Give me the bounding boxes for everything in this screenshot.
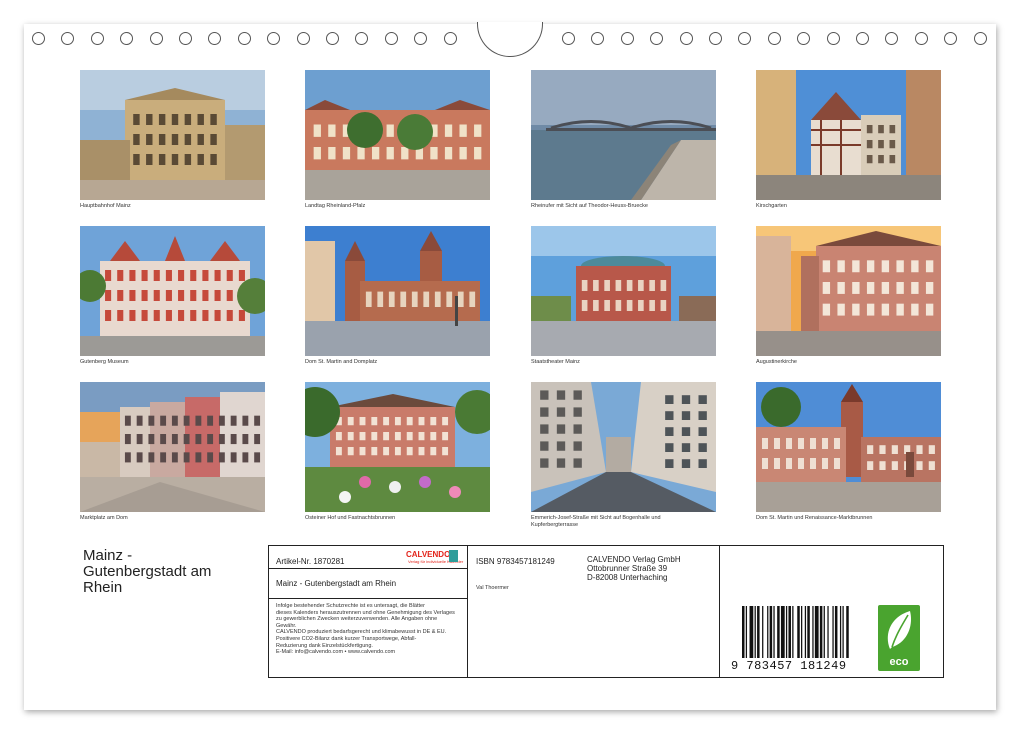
photo-caption: Marktplatz am Dom <box>80 515 128 521</box>
binding-ring-hole <box>32 32 45 45</box>
legal-line: Positivere CO2-Bilanz dank kurzer Transp… <box>276 635 417 642</box>
calendar-photo <box>80 70 265 200</box>
binding-ring-hole <box>414 32 428 45</box>
binding-ring-hole <box>914 32 928 45</box>
photo-caption: Staatstheater Mainz <box>531 359 580 365</box>
isbn: ISBN 9783457181249 <box>476 557 555 566</box>
publisher-line: CALVENDO Verlag GmbH <box>587 555 681 564</box>
binding-ring-hole <box>826 32 840 45</box>
photo-caption: Hauptbahnhof Mainz <box>80 203 131 209</box>
calendar-title: Mainz - Gutenbergstadt am Rhein <box>83 548 263 596</box>
binding-ring-hole <box>738 32 752 45</box>
legal-line: Gewähr. <box>276 622 297 629</box>
calendar-photo <box>305 382 490 512</box>
binding-ring-hole <box>591 32 605 45</box>
divider <box>467 546 468 677</box>
binding-ring-hole <box>384 32 398 45</box>
binding-ring-hole <box>797 32 811 45</box>
binding-ring-hole <box>679 32 693 45</box>
legal-line: zu gewerblichen Zwecken weiterzuverwende… <box>276 616 438 623</box>
binding-ring-hole <box>179 32 192 45</box>
leaf-icon <box>887 611 912 649</box>
divider <box>269 598 467 599</box>
product-title: Mainz - Gutenbergstadt am Rhein <box>276 579 397 588</box>
photo-caption: Dom St. Martin und Renaissance-Marktbrun… <box>756 515 873 521</box>
binding-ring-hole <box>709 32 722 45</box>
calendar-photo <box>756 382 941 512</box>
binding-ring-hole <box>562 32 575 45</box>
binding-ring-hole <box>443 32 457 45</box>
calendar-photo <box>756 226 941 356</box>
photo-caption: Kirschgarten <box>756 203 787 209</box>
calendar-photo <box>80 382 265 512</box>
legal-text: Infolge bestehender Schutzrechte ist es … <box>276 603 466 656</box>
barcode-number: 9 783457 181249 <box>731 659 847 673</box>
photo-caption: Augustinerkirche <box>756 359 797 365</box>
legal-line: Reduzierung dank Einzelstückfertigung. <box>276 642 373 649</box>
eco-label: eco <box>889 656 909 668</box>
calendar-photo <box>531 226 716 356</box>
publisher-line: Ottobrunner Straße 39 <box>587 564 668 573</box>
binding-ring-hole <box>856 32 869 45</box>
calvendo-logo: CALVENDO <box>406 550 451 559</box>
legal-line: dieses Kalenders herauszutrennen und ohn… <box>276 609 455 616</box>
calendar-photo <box>305 70 490 200</box>
binding-ring-hole <box>326 32 339 45</box>
photo-caption: Gutenberg Museum <box>80 359 129 365</box>
binding-ring-hole <box>296 32 310 45</box>
binding-ring-hole <box>620 32 634 45</box>
barcode <box>742 606 849 658</box>
title-line: Mainz - <box>83 547 133 564</box>
calendar-photo <box>531 70 716 200</box>
calendar-photo <box>756 70 941 200</box>
binding-ring-hole <box>355 32 369 45</box>
binding-ring-hole <box>885 32 899 45</box>
binding-ring-hole <box>767 32 781 45</box>
legal-line: E-Mail: info@calvendo.com • www.calvendo… <box>276 649 396 656</box>
calvendo-logo-mark <box>449 550 458 562</box>
binding-ring-hole <box>208 32 222 45</box>
photo-caption: Osteiner Hof und Fastnachtsbrunnen <box>305 515 396 521</box>
binding-ring-hole <box>120 32 134 45</box>
eco-badge: eco <box>878 605 920 671</box>
binding-ring-hole <box>237 32 251 45</box>
article-number: Artikel-Nr. 1870281 <box>276 557 345 566</box>
binding-ring-hole <box>61 32 75 45</box>
photo-caption: Emmerich-Josef-Straße mit Sicht auf Boge… <box>531 515 661 528</box>
publisher-address: CALVENDO Verlag GmbH Ottobrunner Straße … <box>587 555 681 582</box>
calendar-photo <box>80 226 265 356</box>
photo-caption: Dom St. Martin and Domplatz <box>305 359 378 365</box>
binding-ring-hole <box>944 32 958 45</box>
photo-caption: Rheinufer mit Sicht auf Theodor-Heuss-Br… <box>531 203 648 209</box>
binding-ring-hole <box>973 32 987 45</box>
publisher-line: D-82008 Unterhaching <box>587 573 668 582</box>
calendar-photo <box>305 226 490 356</box>
title-line: Gutenbergstadt am <box>83 563 212 580</box>
binding-ring-hole <box>267 32 281 45</box>
divider <box>719 546 720 677</box>
calendar-photo <box>531 382 716 512</box>
binding-ring-hole <box>650 32 664 45</box>
legal-line: Infolge bestehender Schutzrechte ist es … <box>276 603 425 609</box>
binding-ring-hole <box>90 32 104 45</box>
author: Val Thoermer <box>476 585 509 591</box>
photo-caption: Landtag Rheinland-Pfalz <box>305 203 366 209</box>
title-line: Rhein <box>83 579 123 596</box>
binding-ring-hole <box>149 32 163 45</box>
divider <box>269 568 467 569</box>
legal-line: CALVENDO produziert bedarfsgerecht und k… <box>276 629 447 636</box>
